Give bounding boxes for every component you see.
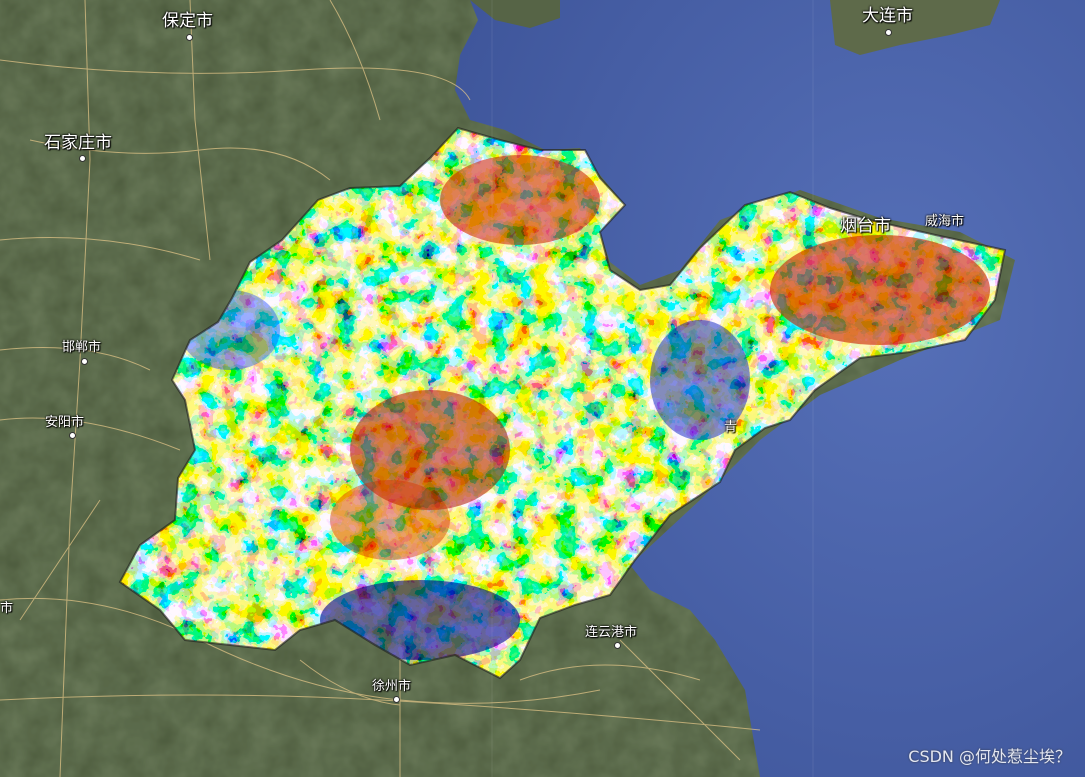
city-label-lianyungang[interactable]: 连云港市 [585,626,637,639]
city-marker-shijiazhuang[interactable] [79,155,86,162]
city-label-baoding[interactable]: 保定市 [162,13,213,30]
city-label-dalian[interactable]: 大连市 [862,8,913,25]
basemap-layer [0,0,1085,777]
city-label-qingdao-partial[interactable]: 青 [724,421,737,434]
city-label-edge-left[interactable]: 市 [0,602,13,615]
city-label-yantai[interactable]: 烟台市 [840,218,891,235]
watermark-text: CSDN @何处惹尘埃？ [908,747,1071,766]
city-marker-handan[interactable] [81,358,88,365]
city-marker-anyang[interactable] [69,432,76,439]
city-label-weihai[interactable]: 威海市 [925,215,964,228]
city-label-handan[interactable]: 邯郸市 [62,341,101,354]
map-viewport[interactable]: 保定市 大连市 石家庄市 烟台市 威海市 邯郸市 安阳市 连云港市 徐州市 市 … [0,0,1085,777]
city-marker-lianyungang[interactable] [614,642,621,649]
city-marker-xuzhou[interactable] [393,696,400,703]
city-label-xuzhou[interactable]: 徐州市 [372,680,411,693]
city-marker-dalian[interactable] [885,29,892,36]
city-label-anyang[interactable]: 安阳市 [45,416,84,429]
city-marker-baoding[interactable] [186,34,193,41]
city-label-shijiazhuang[interactable]: 石家庄市 [44,135,112,152]
